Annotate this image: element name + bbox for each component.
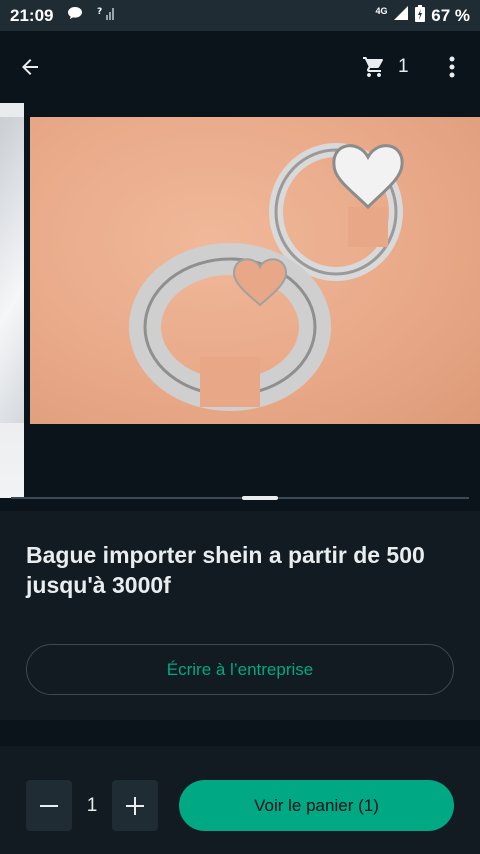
increase-quantity-button[interactable] (112, 780, 158, 831)
network-type: 4G (375, 6, 388, 17)
minus-icon (40, 804, 58, 807)
status-time: 21:09 (10, 5, 54, 25)
carousel-progress-indicator (242, 496, 278, 500)
more-vertical-icon (449, 56, 455, 78)
decrease-quantity-button[interactable] (26, 780, 72, 831)
bottom-action-bar: 1 Voir le panier (1) (0, 746, 480, 854)
top-app-bar: 1 (0, 31, 480, 103)
product-details: Bague importer shein a partir de 500 jus… (0, 511, 480, 720)
product-title: Bague importer shein a partir de 500 jus… (26, 542, 425, 598)
plus-icon (126, 796, 144, 815)
battery-icon (415, 4, 426, 27)
back-button[interactable] (14, 51, 46, 83)
chat-bubble-icon (67, 5, 83, 26)
arrow-left-icon (22, 59, 38, 75)
more-options-button[interactable] (438, 51, 466, 83)
signal-unknown-icon: ? (97, 5, 115, 26)
product-image-carousel[interactable] (0, 103, 480, 511)
cart-button[interactable]: 1 (362, 51, 409, 83)
previous-image-peek[interactable] (0, 103, 24, 498)
signal-icon: 4G (376, 5, 410, 26)
cart-count: 1 (398, 56, 409, 77)
cart-icon (363, 57, 383, 77)
view-cart-button[interactable]: Voir le panier (1) (179, 780, 454, 831)
status-bar: 21:09 ? 4G 67 % (0, 0, 480, 31)
svg-text:?: ? (97, 7, 102, 17)
product-image[interactable] (30, 117, 480, 424)
quantity-value: 1 (86, 794, 98, 816)
contact-business-button[interactable]: Écrire à l’entreprise (26, 644, 454, 695)
carousel-progress-track (11, 497, 469, 499)
battery-percent: 67 % (431, 5, 470, 25)
section-divider (0, 720, 480, 746)
